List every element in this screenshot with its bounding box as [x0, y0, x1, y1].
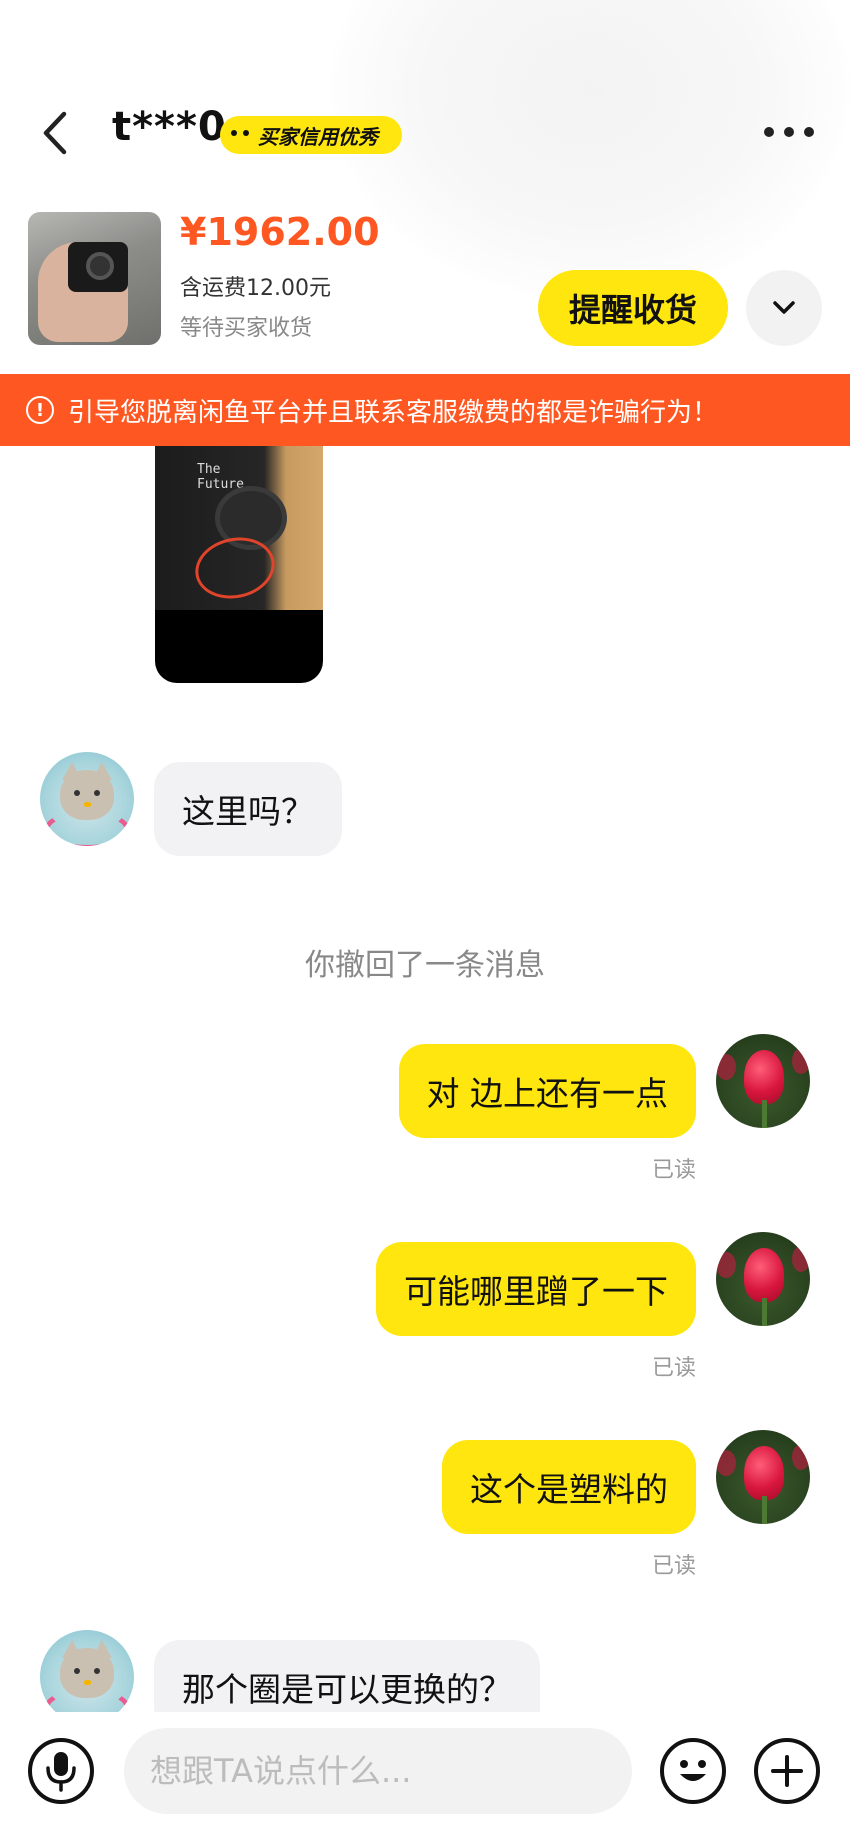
back-button[interactable] — [34, 108, 78, 158]
product-card[interactable]: ¥1962.00 含运费12.00元 等待买家收货 提醒收货 — [0, 210, 850, 350]
credit-badge[interactable]: 买家信用优秀 — [220, 116, 402, 154]
read-receipt: 已读 — [651, 1158, 696, 1183]
avatar[interactable] — [716, 1232, 810, 1326]
avatar[interactable] — [40, 1630, 134, 1724]
message-input[interactable] — [124, 1728, 632, 1814]
fraud-warning-banner: ! 引导您脱离闲鱼平台并且联系客服缴费的都是诈骗行为！ — [0, 374, 850, 446]
plus-icon — [771, 1755, 803, 1787]
warning-icon: ! — [26, 396, 54, 424]
expand-button[interactable] — [746, 270, 822, 346]
image-message[interactable]: The Future — [155, 440, 323, 683]
emoji-icon — [680, 1760, 706, 1781]
warning-text: 引导您脱离闲鱼平台并且联系客服缴费的都是诈骗行为！ — [68, 397, 719, 428]
avatar[interactable] — [40, 752, 134, 846]
order-status: 等待买家收货 — [180, 316, 313, 341]
message-bubble-outgoing[interactable]: 对 边上还有一点 — [398, 1044, 696, 1138]
chat-username[interactable]: t***0 — [112, 104, 227, 150]
chat-header: t***0 买家信用优秀 — [0, 90, 850, 170]
emoji-button[interactable] — [660, 1738, 726, 1804]
voice-button[interactable] — [28, 1738, 94, 1804]
message-bubble-outgoing[interactable]: 可能哪里蹭了一下 — [376, 1242, 696, 1336]
avatar[interactable] — [716, 1430, 810, 1524]
more-dots-icon — [764, 127, 774, 137]
more-actions-button[interactable] — [754, 1738, 820, 1804]
product-price: ¥1962.00 — [180, 210, 380, 254]
more-options-button[interactable] — [764, 122, 814, 142]
product-thumbnail[interactable] — [28, 212, 161, 345]
credit-badge-label: 买家信用优秀 — [258, 124, 378, 149]
remind-receipt-button[interactable]: 提醒收货 — [538, 270, 728, 346]
recall-notice: 你撤回了一条消息 — [305, 948, 545, 983]
chevron-down-icon — [773, 301, 795, 314]
shipping-fee: 含运费12.00元 — [180, 276, 331, 301]
chevron-left-icon — [43, 111, 67, 155]
badge-face-icon — [226, 121, 256, 149]
message-bubble-outgoing[interactable]: 这个是塑料的 — [442, 1440, 696, 1534]
microphone-icon — [46, 1752, 76, 1792]
avatar[interactable] — [716, 1034, 810, 1128]
read-receipt: 已读 — [651, 1554, 696, 1579]
read-receipt: 已读 — [651, 1356, 696, 1381]
message-bubble-incoming[interactable]: 这里吗？ — [154, 762, 342, 856]
